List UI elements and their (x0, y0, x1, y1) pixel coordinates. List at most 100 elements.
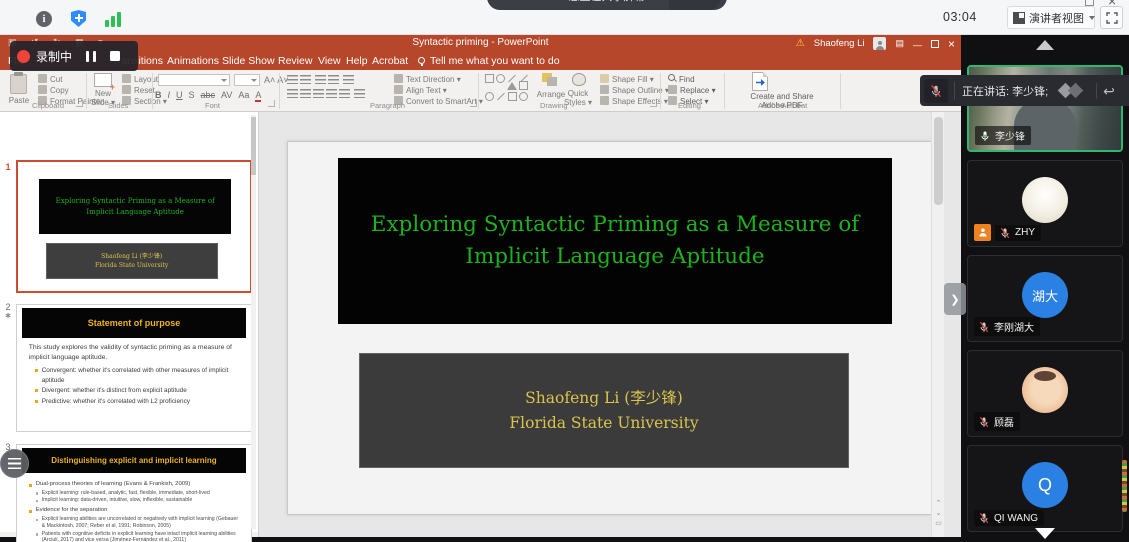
scroll-up-icon[interactable] (1036, 40, 1054, 50)
paste-button[interactable]: Paste (4, 96, 34, 105)
group-drawing: Drawing (540, 101, 568, 110)
copy-button[interactable]: Copy (38, 85, 69, 95)
text-direction-icon (394, 74, 403, 83)
reply-arrow-icon[interactable] (1103, 84, 1115, 98)
tab-view[interactable]: View (318, 55, 341, 67)
recording-label: 录制中 (36, 48, 72, 65)
scrollbar-thumb[interactable] (934, 117, 943, 205)
mic-muted-button[interactable] (924, 79, 948, 103)
participant-tile-ligang[interactable]: 湖大 李刚湖大 (967, 255, 1123, 342)
stop-recording-button[interactable] (110, 51, 120, 61)
ribbon-display-options-icon[interactable] (895, 38, 904, 49)
align-text-button[interactable]: Align Text ▾ (394, 85, 447, 95)
speaker-view-button[interactable]: 演讲者视图 (1007, 6, 1095, 29)
drawing-launcher-icon[interactable] (650, 100, 657, 107)
meeting-header: 您正在共享屏幕 03:04 演讲者视图 (0, 0, 1129, 35)
quick-styles-icon[interactable] (572, 73, 586, 86)
scroll-down-icon[interactable] (1035, 528, 1055, 539)
find-button[interactable]: Find (668, 74, 695, 84)
tab-animations[interactable]: Animations (167, 55, 219, 67)
close-button[interactable] (948, 35, 955, 53)
shape-fill-button[interactable]: Shape Fill ▾ (600, 74, 654, 84)
copy-icon (38, 85, 47, 94)
font-size-combo[interactable] (234, 74, 260, 86)
recording-toolbar: 录制中 (10, 41, 138, 71)
arrange-icon[interactable] (542, 73, 558, 87)
restore-button[interactable] (931, 40, 939, 48)
shape-outline-icon (600, 85, 609, 94)
italic-button[interactable]: I (168, 90, 171, 102)
account-avatar[interactable] (873, 37, 886, 50)
tab-help[interactable]: Help (346, 55, 368, 67)
bold-button[interactable]: B (155, 90, 162, 102)
font-name-combo[interactable] (158, 74, 230, 86)
slide-canvas[interactable]: Exploring Syntactic Priming as a Measure… (287, 141, 935, 515)
share-banner-button[interactable] (669, 0, 721, 10)
thumb1-subtitle-box: Shaofeng Li (李少锋) Florida State Universi… (46, 243, 218, 279)
slide-thumbnail-2[interactable]: Statement of purpose This study explores… (16, 304, 252, 432)
char-spacing-button[interactable]: AV (221, 90, 232, 102)
info-icon[interactable] (36, 11, 52, 27)
thumbnail-scrollbar[interactable] (251, 115, 256, 529)
participant-tile-gulei[interactable]: 顾磊 (967, 350, 1123, 437)
account-name[interactable]: Shaofeng Li (814, 38, 865, 49)
network-signal-icon[interactable] (105, 11, 123, 27)
text-direction-button[interactable]: Text Direction ▾ (394, 74, 461, 84)
align-buttons[interactable] (287, 89, 367, 100)
slide-thumbnail-1[interactable]: Exploring Syntactic Priming as a Measure… (16, 160, 252, 293)
tab-review[interactable]: Review (278, 55, 312, 67)
slide-thumbnail-3[interactable]: Distinguishing explicit and implicit lea… (16, 444, 252, 542)
shape-effects-icon (600, 96, 609, 105)
fullscreen-button[interactable] (1100, 6, 1123, 29)
paragraph-launcher-icon[interactable] (470, 100, 477, 107)
shape-effects-button[interactable]: Shape Effects ▾ (600, 96, 668, 106)
participant-tile-qiwang[interactable]: Q QI WANG (967, 445, 1123, 532)
ppt-titlebar[interactable]: ▣ ↺ ↻ ▦ ▾ Syntactic priming - PowerPoint… (0, 35, 961, 52)
reset-icon (122, 85, 131, 94)
create-pdf-icon[interactable] (752, 72, 768, 91)
screen-share-banner[interactable]: 您正在共享屏幕 (487, 0, 727, 10)
slide-title-box[interactable]: Exploring Syntactic Priming as a Measure… (338, 158, 892, 324)
warning-icon[interactable] (796, 36, 805, 51)
participant-name: ZHY (1015, 227, 1035, 238)
new-slide-icon[interactable] (94, 73, 112, 87)
font-color-button[interactable]: A (255, 90, 261, 102)
replace-button[interactable]: Replace ▾ (668, 85, 716, 95)
editor-scrollbar[interactable]: ⌃⌄▭ (931, 112, 944, 537)
shapes-gallery[interactable] (484, 73, 536, 103)
participant-avatar (1022, 177, 1068, 223)
screen: 您正在共享屏幕 03:04 演讲者视图 ▣ ↺ ↻ ▦ ▾ Syntactic … (0, 0, 1129, 542)
font-launcher-icon[interactable] (268, 100, 275, 107)
annotation-toolbar-button[interactable] (0, 449, 29, 478)
participant-tile-zhy[interactable]: ZHY (967, 160, 1123, 247)
change-case-button[interactable]: Aa (238, 90, 249, 102)
minimize-button[interactable] (913, 35, 922, 53)
shield-protect-icon[interactable] (71, 10, 86, 27)
participant-avatar: Q (1022, 462, 1068, 508)
thumb1-title-box: Exploring Syntactic Priming as a Measure… (39, 179, 232, 234)
meeting-timer: 03:04 (943, 10, 977, 24)
tell-me-box[interactable]: Tell me what you want to do (430, 55, 560, 67)
slide-title-text: Exploring Syntactic Priming as a Measure… (364, 209, 866, 274)
tab-slide-show[interactable]: Slide Show (222, 55, 275, 67)
group-paragraph: Paragraph (370, 101, 405, 110)
pause-recording-button[interactable] (86, 51, 96, 62)
paste-icon[interactable] (10, 74, 27, 94)
shadow-button[interactable]: S (189, 90, 195, 102)
font-grow-shrink[interactable]: A˄ A˅ (264, 75, 289, 85)
underline-button[interactable]: U (176, 90, 183, 102)
clipboard-launcher-icon[interactable] (76, 100, 83, 107)
tab-acrobat[interactable]: Acrobat (372, 55, 408, 67)
bullets-numbering-buttons[interactable] (287, 75, 356, 86)
reset-button[interactable]: Reset (122, 85, 155, 95)
slide-subtitle-box[interactable]: Shaofeng Li (李少锋) Florida State Universi… (359, 353, 849, 468)
slide-author-text: Shaofeng Li (李少锋) (525, 386, 683, 410)
panel-collapse-handle[interactable] (944, 283, 966, 315)
slide-nav-buttons[interactable]: ⌃⌄▭ (932, 499, 945, 529)
cut-button[interactable]: Cut (38, 74, 62, 84)
shape-outline-button[interactable]: Shape Outline ▾ (600, 85, 669, 95)
slide-2-number: 2 (3, 302, 13, 312)
slide-1-number: 1 (3, 162, 13, 172)
record-indicator-icon (17, 50, 30, 63)
thumb3-body: Dual-process theories of learning (Evans… (29, 478, 242, 542)
